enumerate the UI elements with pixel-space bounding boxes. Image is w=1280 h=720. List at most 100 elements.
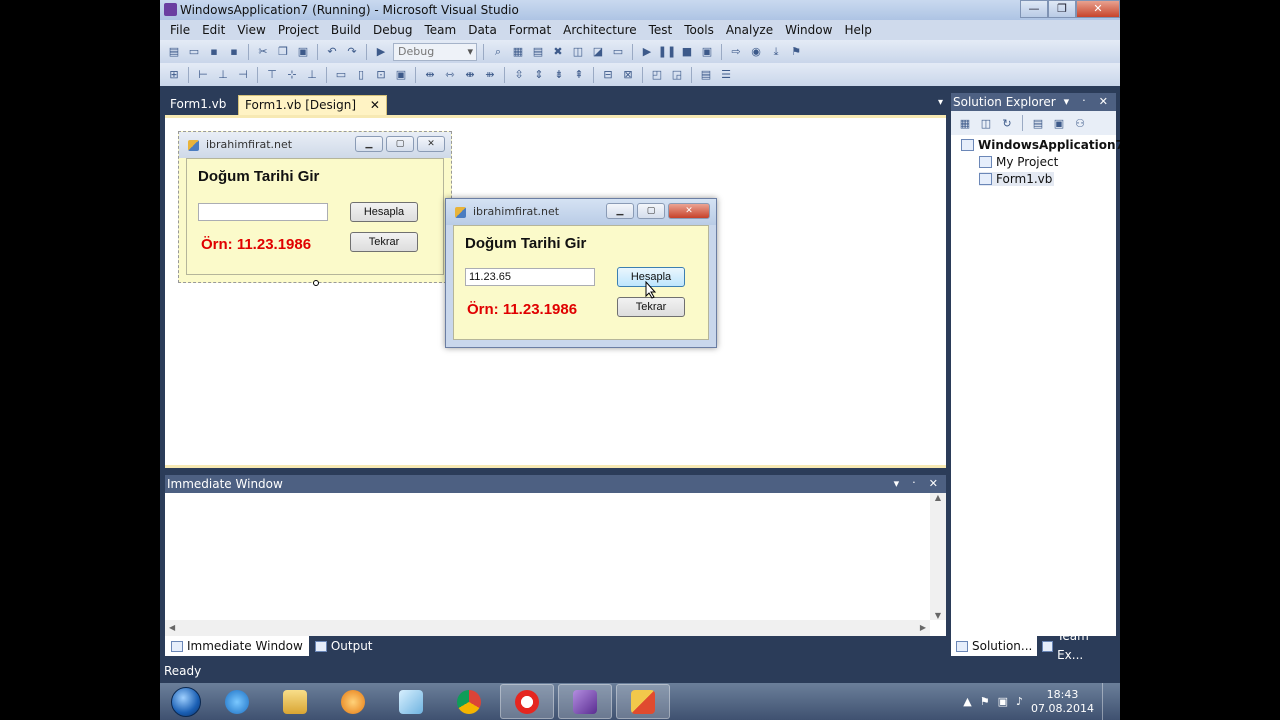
object-browser-icon[interactable]: ◫: [570, 44, 586, 60]
class-view-icon[interactable]: ◪: [590, 44, 606, 60]
cut-icon[interactable]: ✂: [255, 44, 271, 60]
continue-icon[interactable]: ▶: [639, 44, 655, 60]
immediate-window-editor[interactable]: ▲ ▼ ◀ ▶: [165, 493, 946, 636]
vertical-scrollbar[interactable]: ▲ ▼: [930, 493, 946, 620]
taskbar-yandex[interactable]: [500, 684, 554, 719]
form-designer-surface[interactable]: ibrahimfirat.net ▁ ▢ ✕ Doğum Tarihi Gir …: [165, 115, 946, 468]
show-desktop-button[interactable]: [1102, 683, 1112, 720]
copy-icon[interactable]: ❐: [275, 44, 291, 60]
close-tab-icon[interactable]: ✕: [370, 98, 380, 112]
tab-order-icon[interactable]: ☰: [718, 67, 734, 83]
view-designer-icon[interactable]: ▣: [1051, 115, 1067, 131]
running-form-titlebar[interactable]: ibrahimfirat.net ▁ ▢ ✕: [446, 199, 716, 225]
scroll-up-icon[interactable]: ▲: [930, 493, 946, 502]
menu-data[interactable]: Data: [462, 23, 503, 37]
redo-icon[interactable]: ↷: [344, 44, 360, 60]
remove-vertical-spacing-icon[interactable]: ⇞: [571, 67, 587, 83]
menu-file[interactable]: File: [164, 23, 196, 37]
volume-icon[interactable]: ♪: [1016, 695, 1023, 708]
vertical-spacing-icon[interactable]: ⇳: [511, 67, 527, 83]
action-center-flag-icon[interactable]: ⚑: [980, 695, 990, 708]
horizontal-spacing-icon[interactable]: ⇹: [422, 67, 438, 83]
taskbar-chrome[interactable]: [442, 684, 496, 719]
breakpoints-icon[interactable]: ◉: [748, 44, 764, 60]
properties-icon[interactable]: ▦: [957, 115, 973, 131]
tab-solution-explorer[interactable]: Solution...: [951, 636, 1038, 656]
align-middles-icon[interactable]: ⊹: [284, 67, 300, 83]
align-tops-icon[interactable]: ⊤: [264, 67, 280, 83]
active-files-dropdown-icon[interactable]: ▾: [938, 97, 943, 108]
solution-configuration-select[interactable]: Debug: [393, 42, 477, 61]
design-form-heading[interactable]: Doğum Tarihi Gir: [198, 168, 319, 185]
stop-icon[interactable]: ■: [679, 44, 695, 60]
menu-tools[interactable]: Tools: [678, 23, 720, 37]
start-debugging-icon[interactable]: ▶: [373, 44, 389, 60]
toolbox-icon[interactable]: ✖: [550, 44, 566, 60]
align-rights-icon[interactable]: ⊣: [235, 67, 251, 83]
paste-icon[interactable]: ▣: [295, 44, 311, 60]
menu-window[interactable]: Window: [779, 23, 838, 37]
tab-team-explorer[interactable]: Team Ex...: [1037, 629, 1116, 662]
tab-form1-design[interactable]: Form1.vb [Design] ✕: [238, 95, 387, 115]
size-to-grid-icon[interactable]: ⊡: [373, 67, 389, 83]
increase-horizontal-spacing-icon[interactable]: ⇿: [442, 67, 458, 83]
design-form[interactable]: ibrahimfirat.net ▁ ▢ ✕ Doğum Tarihi Gir …: [178, 131, 452, 286]
panel-controls[interactable]: ▾ ᛫ ✕: [1064, 93, 1112, 111]
new-project-icon[interactable]: ▤: [166, 44, 182, 60]
exceptions-icon[interactable]: ⚑: [788, 44, 804, 60]
minimize-button[interactable]: —: [1020, 0, 1048, 18]
tree-item-my-project[interactable]: My Project: [979, 155, 1058, 169]
taskbar-running-app[interactable]: [616, 684, 670, 719]
network-icon[interactable]: ▣: [998, 695, 1008, 708]
make-same-size-icon[interactable]: ▣: [393, 67, 409, 83]
menu-help[interactable]: Help: [838, 23, 877, 37]
remove-horizontal-spacing-icon[interactable]: ⇻: [482, 67, 498, 83]
send-to-back-icon[interactable]: ◲: [669, 67, 685, 83]
lock-controls-icon[interactable]: ▤: [698, 67, 714, 83]
show-next-statement-icon[interactable]: ⇨: [728, 44, 744, 60]
birthdate-input[interactable]: 11.23.65: [465, 268, 595, 286]
step-into-icon[interactable]: ⤓: [768, 44, 784, 60]
center-vertically-icon[interactable]: ⊠: [620, 67, 636, 83]
taskbar-internet-explorer[interactable]: [210, 684, 264, 719]
menu-edit[interactable]: Edit: [196, 23, 231, 37]
close-button[interactable]: ✕: [668, 203, 710, 219]
scroll-down-icon[interactable]: ▼: [930, 611, 946, 620]
restore-button[interactable]: ❐: [1048, 0, 1076, 18]
taskbar-visual-studio[interactable]: [558, 684, 612, 719]
menu-test[interactable]: Test: [643, 23, 679, 37]
menu-analyze[interactable]: Analyze: [720, 23, 779, 37]
decrease-vertical-spacing-icon[interactable]: ⇟: [551, 67, 567, 83]
taskbar-file-explorer[interactable]: [268, 684, 322, 719]
refresh-icon[interactable]: ↻: [999, 115, 1015, 131]
save-all-icon[interactable]: ▪: [226, 44, 242, 60]
resize-handle[interactable]: [313, 280, 319, 286]
design-example-label[interactable]: Örn: 11.23.1986: [201, 236, 311, 253]
horizontal-scrollbar[interactable]: ◀ ▶: [165, 620, 930, 636]
menu-view[interactable]: View: [231, 23, 271, 37]
tab-output[interactable]: Output: [309, 636, 379, 656]
menu-debug[interactable]: Debug: [367, 23, 418, 37]
tree-item-form1[interactable]: Form1.vb: [979, 172, 1055, 186]
pause-icon[interactable]: ❚❚: [658, 44, 676, 60]
minimize-button[interactable]: ▁: [606, 203, 634, 219]
decrease-horizontal-spacing-icon[interactable]: ⇼: [462, 67, 478, 83]
align-centers-icon[interactable]: ⊥: [215, 67, 231, 83]
menu-format[interactable]: Format: [503, 23, 557, 37]
taskbar-media-player[interactable]: [326, 684, 380, 719]
restart-icon[interactable]: ▣: [699, 44, 715, 60]
taskbar-notepad[interactable]: [384, 684, 438, 719]
open-icon[interactable]: ▭: [186, 44, 202, 60]
properties-icon[interactable]: ▤: [530, 44, 546, 60]
menu-build[interactable]: Build: [325, 23, 367, 37]
show-hidden-icons-icon[interactable]: ▲: [963, 695, 971, 708]
class-diagram-icon[interactable]: ⚇: [1072, 115, 1088, 131]
scroll-right-icon[interactable]: ▶: [920, 620, 926, 636]
undo-icon[interactable]: ↶: [324, 44, 340, 60]
command-window-icon[interactable]: ▭: [610, 44, 626, 60]
view-code-icon[interactable]: ▤: [1030, 115, 1046, 131]
panel-controls[interactable]: ▾ ᛫ ✕: [894, 475, 942, 493]
design-reset-button[interactable]: Tekrar: [350, 232, 418, 252]
design-birthdate-input[interactable]: [198, 203, 328, 221]
start-button[interactable]: [166, 683, 206, 720]
